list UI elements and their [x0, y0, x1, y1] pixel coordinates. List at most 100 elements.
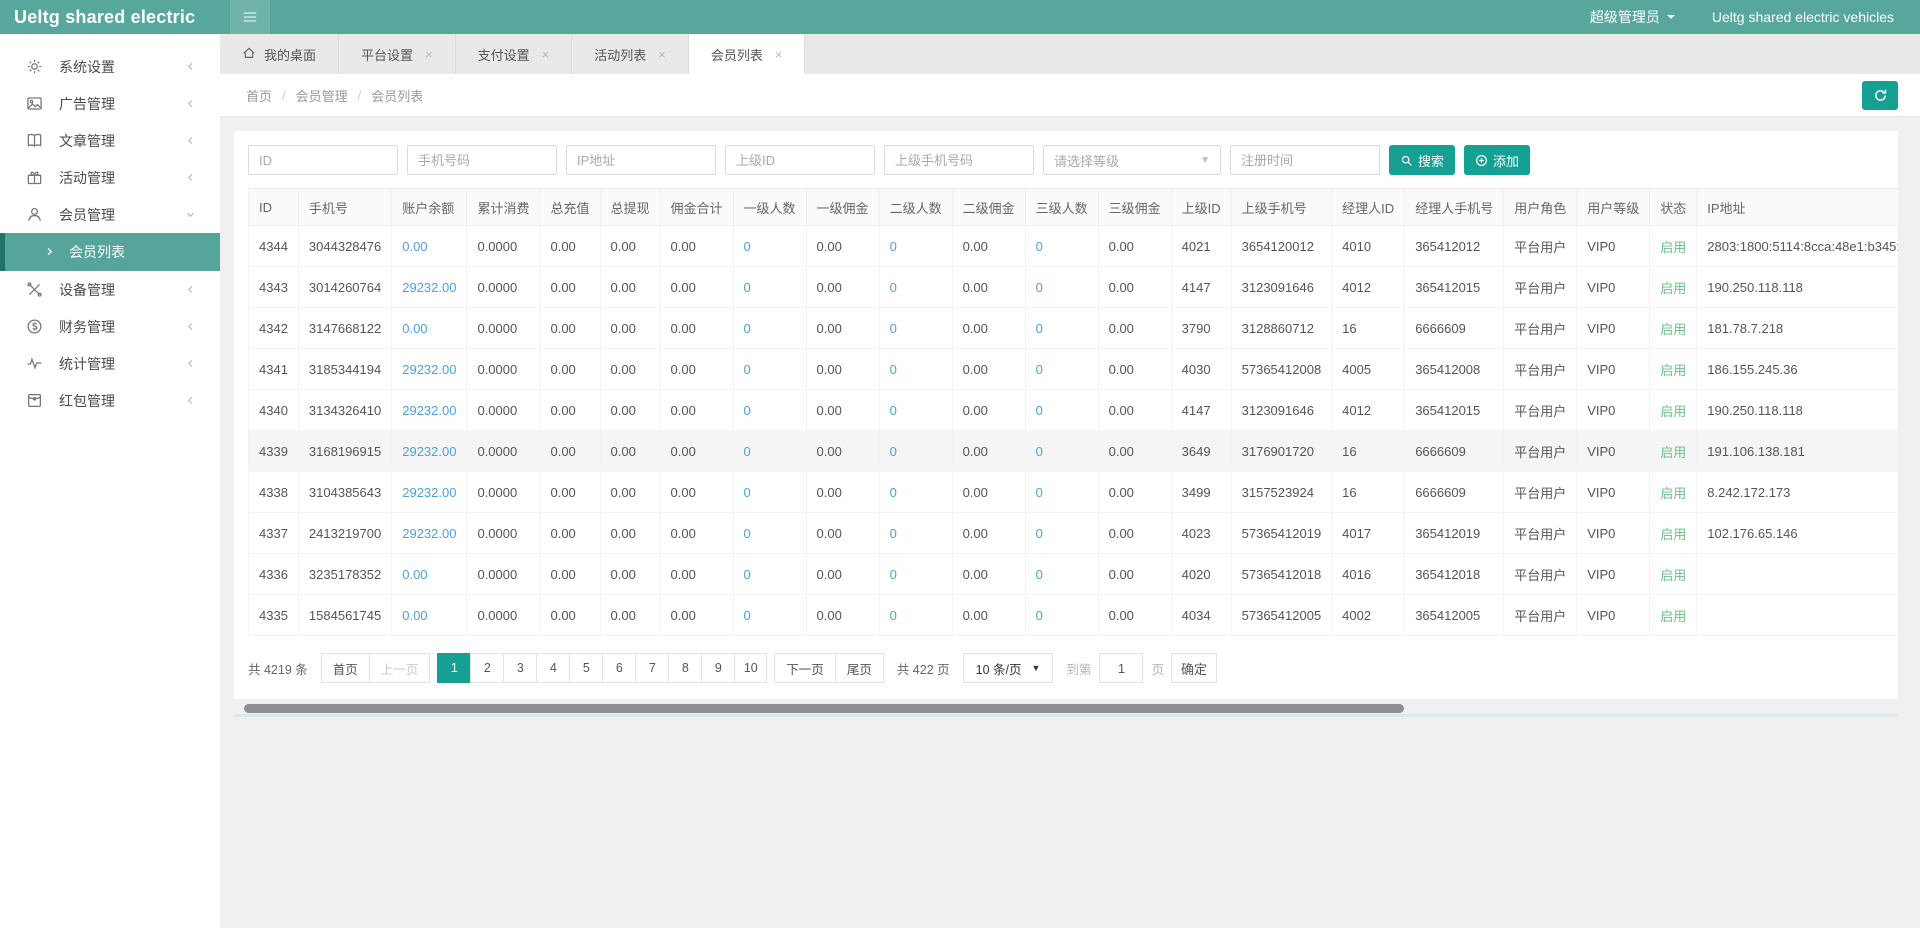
table-cell-link[interactable]: 0 [879, 390, 952, 431]
page-number-button[interactable]: 5 [569, 653, 602, 683]
sidebar-item-finance[interactable]: 财务管理 [0, 308, 220, 345]
tab-desktop[interactable]: 我的桌面 [220, 34, 339, 74]
sidebar-item-activity[interactable]: 活动管理 [0, 159, 220, 196]
page-number-button[interactable]: 1 [437, 653, 470, 683]
table-cell-link[interactable]: 0 [879, 431, 952, 472]
page-number-button[interactable]: 3 [503, 653, 536, 683]
page-number-button[interactable]: 4 [536, 653, 569, 683]
table-cell-link[interactable]: 0 [1025, 267, 1098, 308]
table-cell-link[interactable]: 0 [733, 390, 806, 431]
table-cell-link[interactable]: 0 [733, 431, 806, 472]
table-cell-link[interactable]: 0 [1025, 390, 1098, 431]
table-cell-link[interactable]: 0 [879, 267, 952, 308]
table-cell: 启用 [1650, 472, 1697, 513]
close-icon[interactable]: × [542, 47, 550, 62]
tab-pay-set[interactable]: 支付设置× [456, 34, 573, 74]
close-icon[interactable]: × [425, 47, 433, 62]
table-cell-link[interactable]: 29232.00 [392, 513, 467, 554]
tab-member-list[interactable]: 会员列表× [689, 34, 806, 74]
table-cell-link[interactable]: 0 [733, 554, 806, 595]
table-cell-link[interactable]: 0 [733, 472, 806, 513]
id-filter-input[interactable] [248, 145, 398, 175]
table-cell-link[interactable]: 0 [1025, 513, 1098, 554]
sidebar-item-ads[interactable]: 广告管理 [0, 85, 220, 122]
breadcrumb-item[interactable]: 首页 [246, 86, 272, 105]
table-cell-link[interactable]: 0 [879, 308, 952, 349]
table-cell-link[interactable]: 0 [1025, 308, 1098, 349]
goto-page-input[interactable] [1099, 653, 1143, 683]
table-cell-link[interactable]: 29232.00 [392, 472, 467, 513]
table-cell-link[interactable]: 0 [879, 472, 952, 513]
scrollbar-thumb[interactable] [244, 704, 1404, 713]
page-number-button[interactable]: 6 [602, 653, 635, 683]
table-cell-link[interactable]: 29232.00 [392, 349, 467, 390]
table-cell-link[interactable]: 0 [1025, 595, 1098, 636]
goto-confirm-button[interactable]: 确定 [1171, 653, 1217, 683]
table-cell: 3147668122 [298, 308, 391, 349]
sidebar-item-stats[interactable]: 统计管理 [0, 345, 220, 382]
table-cell-link[interactable]: 0 [733, 226, 806, 267]
admin-role-dropdown[interactable]: 超级管理员 [1590, 7, 1676, 27]
table-cell-link[interactable]: 0.00 [392, 554, 467, 595]
table-cell-link[interactable]: 0 [1025, 349, 1098, 390]
caret-down-icon [1666, 12, 1676, 22]
table-cell-link[interactable]: 0.00 [392, 308, 467, 349]
table-cell: 0.00 [952, 308, 1025, 349]
register-time-input[interactable] [1230, 145, 1380, 175]
table-cell-link[interactable]: 0.00 [392, 226, 467, 267]
table-cell-link[interactable]: 0 [733, 513, 806, 554]
page-number-button[interactable]: 9 [701, 653, 734, 683]
sidebar-item-member[interactable]: 会员管理 [0, 196, 220, 233]
member-table-wrapper[interactable]: ID手机号账户余额累计消费总充值总提现佣金合计一级人数一级佣金二级人数二级佣金三… [248, 188, 1898, 636]
table-cell: 3654120012 [1231, 226, 1332, 267]
close-icon[interactable]: × [658, 47, 666, 62]
page-next-button[interactable]: 下一页 [774, 653, 835, 683]
table-cell-link[interactable]: 0 [733, 595, 806, 636]
refresh-button[interactable] [1862, 81, 1898, 110]
parent-phone-filter-input[interactable] [884, 145, 1034, 175]
page-first-button[interactable]: 首页 [321, 653, 369, 683]
page-number-button[interactable]: 7 [635, 653, 668, 683]
table-cell-link[interactable]: 29232.00 [392, 267, 467, 308]
sidebar-item-system[interactable]: 系统设置 [0, 48, 220, 85]
table-cell-link[interactable]: 0 [879, 513, 952, 554]
page-prev-button[interactable]: 上一页 [369, 653, 431, 683]
table-cell-link[interactable]: 29232.00 [392, 431, 467, 472]
level-select[interactable]: 请选择等级 ▼ [1043, 145, 1221, 175]
page-number-button[interactable]: 2 [470, 653, 503, 683]
tab-platform-set[interactable]: 平台设置× [339, 34, 456, 74]
table-cell-link[interactable]: 0 [879, 554, 952, 595]
table-cell-link[interactable]: 0 [1025, 554, 1098, 595]
sidebar: 系统设置广告管理文章管理活动管理会员管理会员列表设备管理财务管理统计管理红包管理 [0, 34, 220, 928]
table-cell: 启用 [1650, 267, 1697, 308]
tab-activity-list[interactable]: 活动列表× [572, 34, 689, 74]
sidebar-item-device[interactable]: 设备管理 [0, 271, 220, 308]
table-cell-link[interactable]: 0 [1025, 472, 1098, 513]
search-button[interactable]: 搜索 [1389, 145, 1455, 175]
sidebar-item-article[interactable]: 文章管理 [0, 122, 220, 159]
ip-filter-input[interactable] [566, 145, 716, 175]
table-cell-link[interactable]: 0 [1025, 431, 1098, 472]
parent-id-filter-input[interactable] [725, 145, 875, 175]
page-last-button[interactable]: 尾页 [835, 653, 884, 683]
phone-filter-input[interactable] [407, 145, 557, 175]
table-cell-link[interactable]: 0 [879, 226, 952, 267]
table-cell-link[interactable]: 0 [733, 267, 806, 308]
sidebar-item-redpacket[interactable]: 红包管理 [0, 382, 220, 419]
page-number-button[interactable]: 8 [668, 653, 701, 683]
add-button[interactable]: 添加 [1464, 145, 1530, 175]
sidebar-toggle-button[interactable] [230, 0, 270, 34]
table-cell-link[interactable]: 0.00 [392, 595, 467, 636]
table-cell-link[interactable]: 0 [1025, 226, 1098, 267]
page-size-select[interactable]: 10 条/页 ▼ [963, 653, 1054, 683]
close-icon[interactable]: × [775, 47, 783, 62]
table-cell-link[interactable]: 29232.00 [392, 390, 467, 431]
table-cell-link[interactable]: 0 [733, 308, 806, 349]
table-cell-link[interactable]: 0 [879, 349, 952, 390]
table-cell-link[interactable]: 0 [879, 595, 952, 636]
breadcrumb-item[interactable]: 会员管理 [296, 86, 348, 105]
sidebar-subitem-member-list[interactable]: 会员列表 [0, 233, 220, 271]
page-number-button[interactable]: 10 [734, 653, 767, 683]
table-cell-link[interactable]: 0 [733, 349, 806, 390]
scrollbar-track[interactable] [234, 714, 1898, 717]
